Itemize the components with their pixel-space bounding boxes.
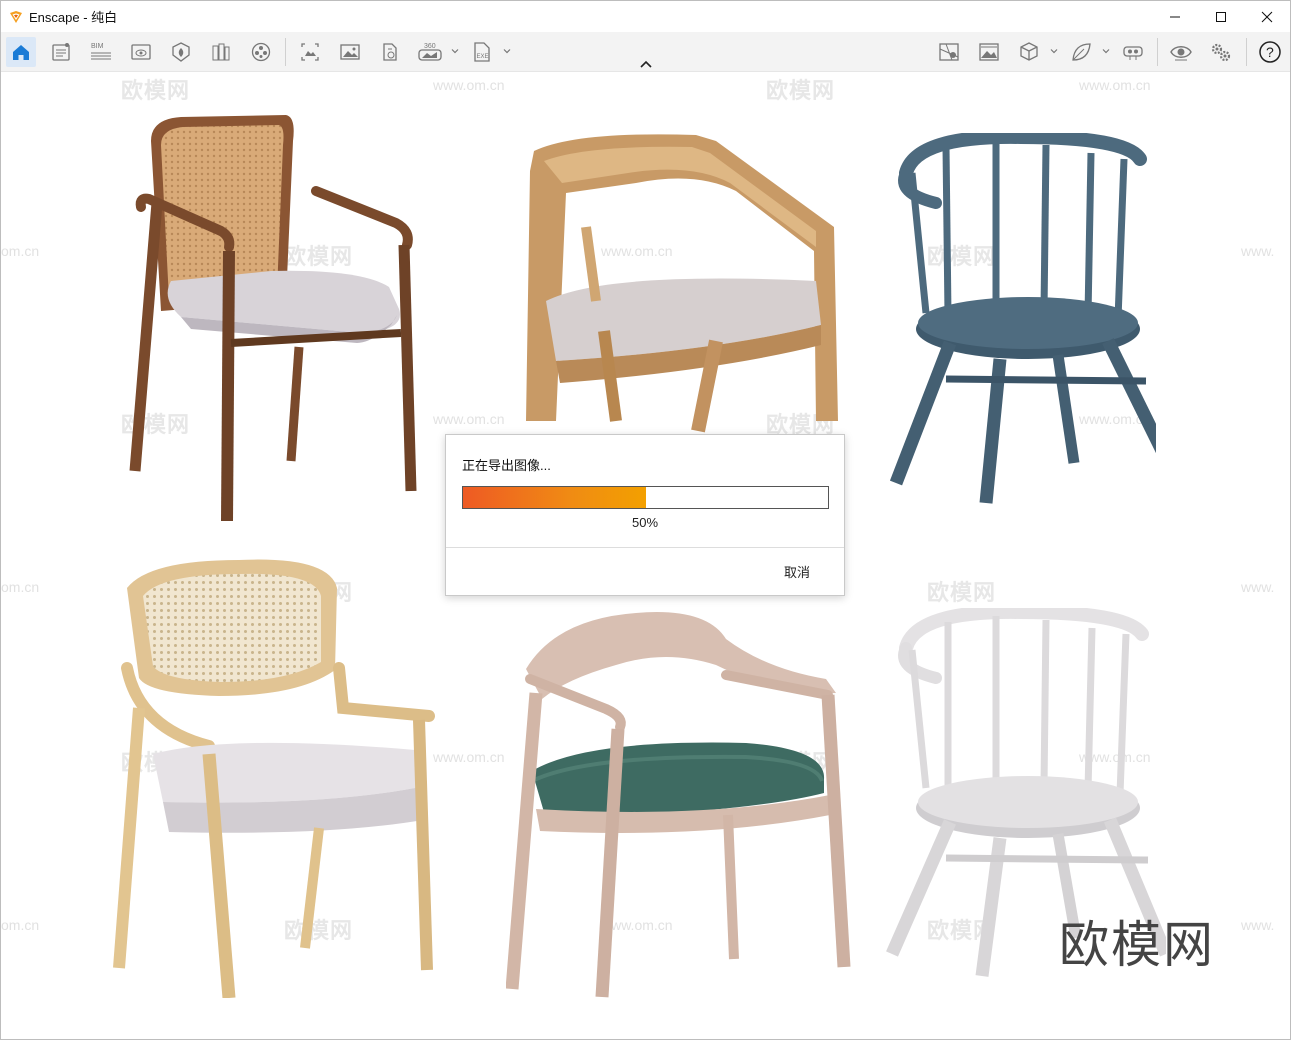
- vr-headset-button[interactable]: [1118, 37, 1148, 67]
- watermark-url: www.om.cn: [433, 77, 505, 93]
- window-title: Enscape - 纯白: [29, 10, 118, 25]
- title-bar: Enscape - 纯白: [1, 1, 1290, 32]
- svg-text:?: ?: [1266, 44, 1274, 60]
- atmosphere-button[interactable]: [974, 37, 1004, 67]
- asset-library-button[interactable]: [166, 37, 196, 67]
- landscape-icon: [979, 43, 999, 61]
- help-icon: ?: [1259, 41, 1281, 63]
- vr-headset-icon: [1123, 46, 1143, 60]
- dialog-title: 正在导出图像...: [462, 458, 551, 473]
- exe-export-dropdown-icon[interactable]: [502, 46, 512, 56]
- dialog-divider: [446, 547, 844, 548]
- visibility-button[interactable]: [1166, 37, 1196, 67]
- watermark-url: om.cn: [1, 243, 40, 259]
- library-button[interactable]: [206, 37, 236, 67]
- exe-export-icon: EXE: [474, 42, 490, 62]
- brand-watermark: 欧模网: [1059, 917, 1215, 973]
- chair-lightoak-rattan: [113, 559, 435, 998]
- batch-render-icon: [301, 43, 319, 61]
- watermark-url: om.cn: [1, 579, 40, 595]
- screenshot-button[interactable]: [335, 37, 365, 67]
- export-progress-dialog: 正在导出图像... 50% 取消: [445, 434, 845, 596]
- app-window: Enscape - 纯白 BIM 360 EXE ? 欧模网 www.om.cn…: [0, 0, 1291, 1040]
- watermark-url: www.: [1241, 579, 1275, 595]
- watermark-url: www.: [1241, 243, 1275, 259]
- notes-icon: [52, 43, 70, 61]
- library-icon: [212, 43, 230, 61]
- materials-button[interactable]: [246, 37, 276, 67]
- bim-icon: BIM: [91, 43, 111, 60]
- enscape-logo-icon: [10, 10, 22, 23]
- progress-fill: [463, 487, 646, 508]
- chair-oak-angular: [526, 134, 838, 433]
- video-render-icon: [383, 43, 397, 61]
- maximize-button[interactable]: [1198, 1, 1244, 32]
- chair-blue-windsor: [889, 133, 1156, 504]
- watermark-url: www.om.cn: [433, 411, 505, 427]
- watermark-url: om.cn: [1, 917, 40, 933]
- vegetation-button[interactable]: [1066, 37, 1096, 67]
- cancel-button[interactable]: 取消: [784, 562, 810, 581]
- collapse-toolbar-icon[interactable]: [637, 58, 655, 70]
- minimize-icon: [1170, 16, 1180, 17]
- panorama-button[interactable]: 360: [415, 37, 445, 67]
- main-toolbar: BIM 360 EXE ?: [1, 32, 1290, 72]
- minimize-button[interactable]: [1152, 1, 1198, 32]
- close-button[interactable]: [1244, 1, 1290, 32]
- objects-button[interactable]: [1014, 37, 1044, 67]
- settings-button[interactable]: [1206, 37, 1236, 67]
- maximize-icon: [1216, 11, 1226, 22]
- panorama-icon: 360: [418, 43, 442, 61]
- help-button[interactable]: ?: [1255, 37, 1285, 67]
- batch-render-button[interactable]: [295, 37, 325, 67]
- watermark-url: www.om.cn: [433, 749, 505, 765]
- vegetation-dropdown-icon[interactable]: [1101, 46, 1111, 56]
- home-icon: [13, 45, 29, 60]
- materials-icon: [251, 42, 271, 62]
- map-icon: [939, 43, 959, 61]
- asset-icon: [172, 42, 190, 62]
- screenshot-icon: [340, 44, 360, 60]
- watermark-brand: 欧模网: [766, 78, 836, 103]
- chair-ash-green-seat: [506, 612, 851, 998]
- watermark-url: www.: [1241, 917, 1275, 933]
- watermark-url: www.om.cn: [1079, 77, 1151, 93]
- notes-button[interactable]: [46, 37, 76, 67]
- panorama-dropdown-icon[interactable]: [450, 46, 460, 56]
- svg-text:360: 360: [424, 43, 436, 50]
- home-button[interactable]: [6, 37, 36, 67]
- views-button[interactable]: [126, 37, 156, 67]
- chair-walnut-rattan: [129, 115, 417, 522]
- objects-dropdown-icon[interactable]: [1049, 46, 1059, 56]
- view-icon: [131, 44, 151, 60]
- cube-icon: [1020, 42, 1038, 61]
- export-progress-bar: [462, 486, 829, 509]
- watermark-brand: 欧模网: [121, 78, 191, 103]
- leaf-icon: [1072, 43, 1091, 61]
- site-context-button[interactable]: [934, 37, 964, 67]
- exe-export-button[interactable]: EXE: [467, 37, 497, 67]
- progress-percent: 50%: [631, 515, 659, 530]
- eye-icon: [1170, 46, 1192, 61]
- watermark-brand: 欧模网: [927, 580, 997, 605]
- close-icon: [1261, 11, 1273, 22]
- settings-icon: [1211, 43, 1231, 62]
- svg-text:EXE: EXE: [477, 54, 489, 60]
- video-editor-button[interactable]: [375, 37, 405, 67]
- svg-text:BIM: BIM: [91, 43, 104, 50]
- bim-button[interactable]: BIM: [86, 37, 116, 67]
